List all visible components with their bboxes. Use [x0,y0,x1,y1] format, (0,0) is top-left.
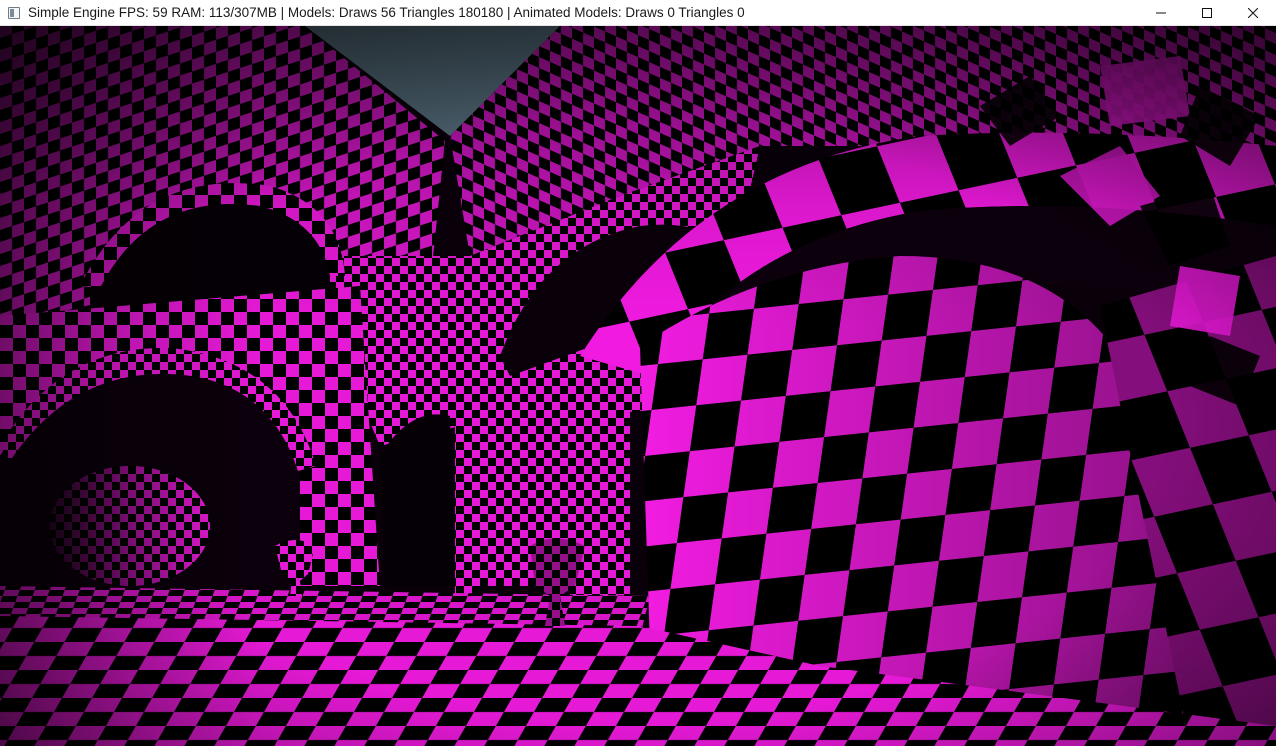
scene-canvas [0,26,1276,746]
title-bar[interactable]: Simple Engine FPS: 59 RAM: 113/307MB | M… [0,0,1276,26]
minimize-button[interactable] [1138,0,1184,26]
window-controls [1138,0,1276,26]
minimize-icon [1156,12,1166,13]
window-title: Simple Engine FPS: 59 RAM: 113/307MB | M… [28,4,745,20]
maximize-button[interactable] [1184,0,1230,26]
close-button[interactable] [1230,0,1276,26]
app-window: Simple Engine FPS: 59 RAM: 113/307MB | M… [0,0,1276,746]
app-window-icon[interactable] [8,6,20,19]
maximize-icon [1202,7,1212,18]
vignette [0,26,1276,746]
close-icon [1248,7,1258,18]
render-viewport[interactable] [0,26,1276,746]
